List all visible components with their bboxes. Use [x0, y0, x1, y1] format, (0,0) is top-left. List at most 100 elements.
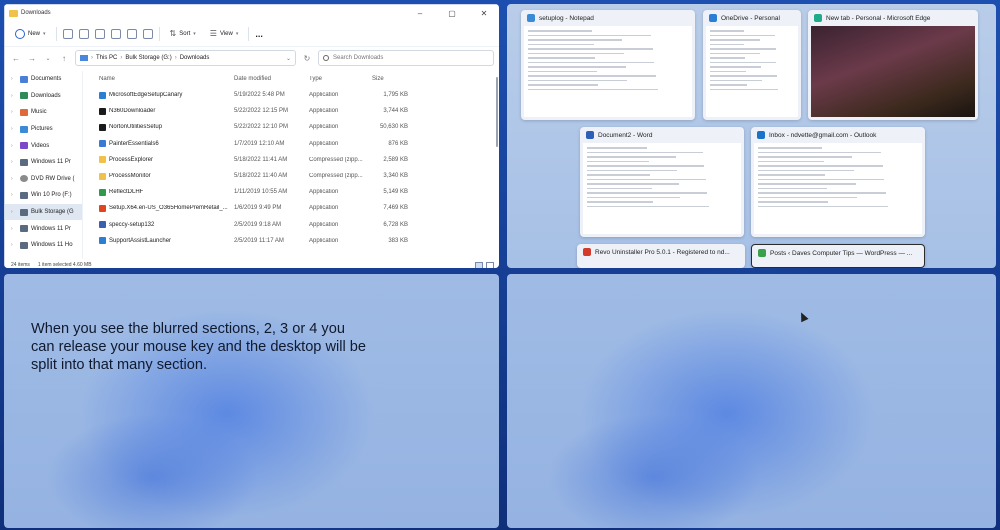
snap-zone-bottom-right[interactable] [507, 274, 996, 528]
refresh-icon[interactable]: ↻ [302, 54, 312, 63]
share-icon[interactable] [126, 28, 137, 39]
snap-zone-bottom-left[interactable] [4, 274, 499, 528]
search-input[interactable]: Search Downloads [318, 50, 494, 66]
file-row[interactable]: ProcessMonitor 5/18/2022 11:40 AM Compress… [83, 168, 499, 184]
file-size: 383 KB [388, 237, 408, 244]
nav-label: Windows 11 Pr [31, 159, 71, 166]
file-row[interactable]: speccy-setup132 2/5/2019 9:18 AM Applicati… [83, 217, 499, 233]
file-type: Application [309, 205, 339, 212]
file-row[interactable]: NortonUtilitiesSetup 5/22/2022 12:10 PM Ap… [83, 119, 499, 135]
column-header-name[interactable]: Name [99, 76, 234, 82]
nav-item-windows11-pro-2[interactable]: › Windows 11 Pr [5, 220, 82, 237]
revo-icon [583, 248, 591, 256]
snap-assist-window[interactable]: Inbox - ndvette@gmail.com - Outlook [751, 127, 925, 237]
file-type: Application [309, 140, 339, 147]
nav-item-downloads[interactable]: › Downloads [5, 88, 82, 105]
file-row[interactable]: PainterEssentials6 1/7/2019 12:10 AM Appli… [83, 136, 499, 152]
snap-assist-window[interactable]: New tab - Personal - Microsoft Edge [808, 10, 978, 120]
column-header-type[interactable]: Type [309, 76, 372, 82]
nav-label: Documents [31, 76, 62, 83]
nav-item-documents[interactable]: › Documents [5, 71, 82, 88]
new-button[interactable]: New ▾ [11, 25, 50, 43]
file-type: Application [309, 189, 339, 196]
maximize-button[interactable]: ▢ [436, 9, 468, 18]
chrome-icon [758, 249, 766, 257]
file-row[interactable]: MicrosoftEdgeSetupCanary 5/19/2022 5:48 P… [83, 87, 499, 103]
file-row[interactable]: Setup.X64.en-US_O365HomePremRetail_... 1/… [83, 200, 499, 216]
view-icon: ☰ [209, 29, 217, 38]
sort-button[interactable]: ⇅ Sort ▾ [166, 25, 200, 43]
column-header-size[interactable]: Size [372, 76, 408, 82]
cut-icon[interactable] [62, 28, 73, 39]
snap-assist-window[interactable]: Posts ‹ Daves Computer Tips — WordPress … [751, 244, 925, 268]
file-size: 1,795 KB [383, 92, 408, 99]
file-name: Setup.X64.en-US_O365HomePremRetail_... [99, 204, 234, 212]
nav-item-win10-pro[interactable]: › Win 10 Pro (F:) [5, 187, 82, 204]
nav-item-pictures[interactable]: › Pictures [5, 121, 82, 138]
word-icon [586, 131, 594, 139]
address-row: ← → ⌄ ↑ › This PC › Bulk Storage (G:) › … [5, 47, 499, 69]
snap-assist-window[interactable]: Document2 - Word [580, 127, 744, 237]
breadcrumb-this-pc[interactable]: This PC [96, 55, 117, 61]
file-row[interactable]: N360Downloader 5/22/2022 12:15 PM Applicat… [83, 103, 499, 119]
details-view-icon[interactable] [475, 261, 483, 268]
search-placeholder: Search Downloads [333, 55, 384, 61]
window-preview [706, 26, 798, 117]
address-bar[interactable]: › This PC › Bulk Storage (G:) › Download… [75, 50, 296, 66]
title-bar[interactable]: Downloads – ▢ ✕ [5, 5, 499, 21]
nav-item-windows11-home[interactable]: › Windows 11 Ho [5, 237, 82, 254]
delete-icon[interactable] [142, 28, 153, 39]
file-icon [99, 237, 106, 245]
file-explorer-window[interactable]: Downloads – ▢ ✕ New ▾ ⇅ Sort ▾ ☰ View ▾ … [4, 4, 499, 268]
copy-icon[interactable] [78, 28, 89, 39]
file-type: Application [309, 108, 339, 115]
snap-assist-window[interactable]: OneDrive - Personal [703, 10, 801, 120]
file-name: ProcessExplorer [99, 156, 234, 164]
close-button[interactable]: ✕ [468, 9, 499, 18]
snap-zone-top-left[interactable]: Downloads – ▢ ✕ New ▾ ⇅ Sort ▾ ☰ View ▾ … [4, 4, 499, 268]
nav-item-videos[interactable]: › Videos [5, 137, 82, 154]
nav-item-bulk-storage[interactable]: › Bulk Storage (G [5, 203, 82, 221]
dvd-icon [20, 175, 28, 183]
file-size: 6,728 KB [383, 221, 408, 228]
breadcrumb-drive[interactable]: Bulk Storage (G:) [125, 55, 171, 61]
command-bar: New ▾ ⇅ Sort ▾ ☰ View ▾ ... [5, 21, 499, 47]
file-name-text: ProcessExplorer [109, 156, 154, 163]
nav-label: Videos [31, 142, 50, 149]
nav-item-dvd-drive[interactable]: › DVD RW Drive ( [5, 171, 82, 188]
chevron-down-icon[interactable]: ⌄ [286, 55, 291, 62]
nav-item-windows11-pro-1[interactable]: › Windows 11 Pr [5, 154, 82, 171]
file-row[interactable]: SupportAssistLauncher 2/5/2019 11:17 AM Ap… [83, 233, 499, 249]
breadcrumb-folder[interactable]: Downloads [180, 55, 210, 61]
chevron-down-icon[interactable]: ⌄ [43, 55, 53, 62]
back-icon[interactable]: ← [11, 54, 21, 63]
tiles-view-icon[interactable] [486, 261, 494, 268]
up-icon[interactable]: ↑ [59, 54, 69, 63]
search-icon [323, 55, 329, 61]
file-icon [99, 188, 106, 196]
nav-item-music[interactable]: › Music [5, 104, 82, 121]
file-row[interactable]: ProcessExplorer 5/18/2022 11:41 AM Compres… [83, 152, 499, 168]
plus-icon [15, 28, 25, 39]
file-name: NortonUtilitiesSetup [99, 123, 234, 131]
forward-icon[interactable]: → [27, 54, 37, 63]
file-date: 5/18/2022 11:40 AM [234, 173, 288, 180]
column-header-date[interactable]: Date modified [234, 76, 309, 82]
scrollbar[interactable] [496, 77, 498, 147]
file-row[interactable]: ReflectDLHF 1/11/2019 10:55 AM Application… [83, 184, 499, 200]
file-date: 5/19/2022 5:48 PM [234, 92, 285, 99]
thumb-title-bar: Inbox - ndvette@gmail.com - Outlook [751, 127, 925, 143]
more-options-button[interactable]: ... [255, 29, 263, 39]
file-date: 1/11/2019 10:55 AM [234, 189, 288, 196]
view-button[interactable]: ☰ View ▾ [206, 25, 243, 43]
file-size: 7,469 KB [383, 205, 408, 212]
edge-icon [814, 14, 822, 22]
paste-icon[interactable] [94, 28, 105, 39]
snap-assist-window[interactable]: setuplog - Notepad [521, 10, 695, 120]
minimize-button[interactable]: – [404, 9, 436, 18]
rename-icon[interactable] [110, 28, 121, 39]
snap-assist-window[interactable]: Revo Uninstaller Pro 5.0.1 - Registered … [577, 244, 745, 268]
drive-icon [20, 241, 28, 249]
file-icon [99, 156, 106, 164]
window-preview [524, 26, 692, 117]
